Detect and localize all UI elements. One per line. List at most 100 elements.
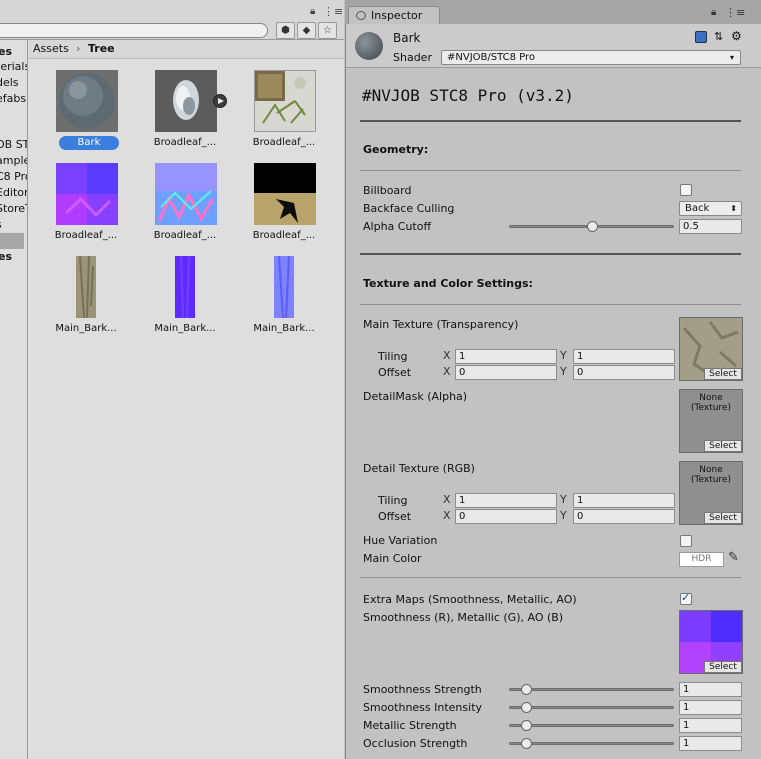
main-tiling-y[interactable]: 1 <box>573 349 675 364</box>
tree-item[interactable]: s <box>0 217 27 233</box>
slider-value-field[interactable]: 1 <box>679 718 742 733</box>
select-texture-button[interactable]: Select <box>704 512 742 524</box>
slider-track[interactable] <box>509 724 674 727</box>
panel-menu-icon[interactable]: ⋮≡ <box>725 6 745 19</box>
main-tiling-x[interactable]: 1 <box>455 349 557 364</box>
eyedropper-icon[interactable]: ✎ <box>728 550 739 565</box>
slider-handle[interactable] <box>520 738 532 749</box>
billboard-checkbox[interactable] <box>680 184 692 196</box>
tree-item[interactable]: StoreTex <box>0 201 27 217</box>
help-book-icon[interactable] <box>695 31 707 43</box>
favorite-star-icon[interactable]: ☆ <box>318 22 337 39</box>
breadcrumb-root[interactable]: Assets <box>33 42 69 55</box>
extra-maps-label: Extra Maps (Smoothness, Metallic, AO) <box>363 593 577 606</box>
material-name: Bark <box>393 31 421 45</box>
lock-icon[interactable]: 🔒︎ <box>711 7 716 18</box>
asset-broadleaf-leaves[interactable]: Broadleaf_... <box>239 70 329 160</box>
slider-track[interactable] <box>509 706 674 709</box>
shader-dropdown[interactable]: #NVJOB/STC8 Pro ▾ <box>441 50 741 65</box>
culling-value: Back <box>685 203 710 214</box>
alpha-cutoff-field[interactable]: 0.5 <box>679 219 742 234</box>
detail-tiling-y[interactable]: 1 <box>573 493 675 508</box>
slider-label: Occlusion Strength <box>363 737 468 750</box>
slider-label: Smoothness Intensity <box>363 701 483 714</box>
slider-track[interactable] <box>509 742 674 745</box>
asset-bark[interactable]: Bark <box>41 70 131 160</box>
tiling-label: Tiling <box>378 350 408 363</box>
material-header: Bark Shader #NVJOB/STC8 Pro ▾ ⇅ ⚙ <box>346 24 761 68</box>
breadcrumb: Assets › Tree <box>29 40 344 59</box>
main-color-label: Main Color <box>363 552 422 565</box>
tree-item[interactable]: C8 Pro <box>0 169 27 185</box>
main-offset-x[interactable]: 0 <box>455 365 557 380</box>
play-expand-icon[interactable] <box>213 94 227 108</box>
slider-label: Metallic Strength <box>363 719 457 732</box>
tab-inspector[interactable]: Inspector <box>348 6 440 24</box>
gear-icon[interactable]: ⚙ <box>731 30 743 43</box>
divider <box>360 577 741 578</box>
divider <box>360 170 741 171</box>
tree-item[interactable]: es <box>0 44 27 60</box>
asset-label: Broadleaf_... <box>153 137 217 148</box>
panel-menu-icon[interactable]: ⋮≡ <box>323 5 343 18</box>
texture-heading: Texture and Color Settings: <box>363 277 533 290</box>
select-texture-button[interactable]: Select <box>704 440 742 452</box>
asset-broadleaf-prefab[interactable]: Broadleaf_... <box>140 70 230 160</box>
slider-value-field[interactable]: 1 <box>679 700 742 715</box>
smoothness-map-slot[interactable]: Select <box>679 610 743 674</box>
geometry-heading: Geometry: <box>363 143 429 156</box>
main-color-swatch[interactable]: HDR <box>679 552 724 567</box>
asset-main-bark-albedo[interactable]: Main_Bark... <box>41 255 131 346</box>
chevron-updown-icon: ⬍ <box>730 204 737 213</box>
lock-icon[interactable]: 🔒︎ <box>310 6 315 17</box>
asset-thumbnail <box>274 255 294 319</box>
tree-item[interactable]: dels <box>0 75 27 91</box>
tree-item[interactable]: Editor <box>0 185 27 201</box>
axis-y-label: Y <box>560 493 567 506</box>
tree-item[interactable] <box>0 233 24 249</box>
slider-handle[interactable] <box>520 720 532 731</box>
asset-thumbnail <box>254 163 316 225</box>
breadcrumb-current[interactable]: Tree <box>88 42 115 55</box>
tree-item[interactable]: terials <box>0 59 27 75</box>
asset-broadleaf-specular[interactable]: Broadleaf_... <box>239 163 329 253</box>
asset-main-bark-detail[interactable]: Main_Bark... <box>239 255 329 346</box>
tree-item[interactable]: es <box>0 249 27 265</box>
detail-offset-x[interactable]: 0 <box>455 509 557 524</box>
detail-texture-slot[interactable]: None (Texture) Select <box>679 461 743 525</box>
hue-variation-checkbox[interactable] <box>680 535 692 547</box>
asset-thumbnail <box>56 163 118 225</box>
slider-value-field[interactable]: 1 <box>679 682 742 697</box>
extra-maps-checkbox[interactable] <box>680 591 692 605</box>
slider-track[interactable] <box>509 688 674 691</box>
tree-item[interactable]: ample <box>0 153 27 169</box>
asset-main-bark-normal[interactable]: Main_Bark... <box>140 255 230 346</box>
main-texture-label: Main Texture (Transparency) <box>363 318 519 331</box>
main-texture-slot[interactable]: Select <box>679 317 743 381</box>
asset-broadleaf-normal-2[interactable]: Broadleaf_... <box>140 163 230 253</box>
asset-label: Broadleaf_... <box>153 230 217 241</box>
slider-handle[interactable] <box>520 684 532 695</box>
preset-sliders-icon[interactable]: ⇅ <box>714 31 726 43</box>
divider <box>360 120 741 122</box>
create-icon[interactable]: ⬢ <box>276 22 295 39</box>
select-texture-button[interactable]: Select <box>704 661 742 673</box>
tab-inspector-label: Inspector <box>371 9 423 22</box>
tree-item[interactable]: efabs <box>0 91 27 107</box>
main-offset-y[interactable]: 0 <box>573 365 675 380</box>
detail-texture-label: Detail Texture (RGB) <box>363 462 475 475</box>
select-texture-button[interactable]: Select <box>704 368 742 380</box>
asset-thumbnail <box>155 70 217 132</box>
detail-tiling-x[interactable]: 1 <box>455 493 557 508</box>
tree-item[interactable]: OB STC8 <box>0 137 27 153</box>
culling-dropdown[interactable]: Back ⬍ <box>679 201 742 216</box>
search-input[interactable] <box>0 23 268 38</box>
detail-mask-slot[interactable]: None (Texture) Select <box>679 389 743 453</box>
slider-handle[interactable] <box>520 702 532 713</box>
detail-offset-y[interactable]: 0 <box>573 509 675 524</box>
slider-handle[interactable] <box>586 221 598 232</box>
slider-value-field[interactable]: 1 <box>679 736 742 751</box>
asset-broadleaf-normal[interactable]: Broadleaf_... <box>41 163 131 253</box>
label-filter-icon[interactable]: ◆ <box>297 22 316 39</box>
alpha-cutoff-label: Alpha Cutoff <box>363 220 432 233</box>
